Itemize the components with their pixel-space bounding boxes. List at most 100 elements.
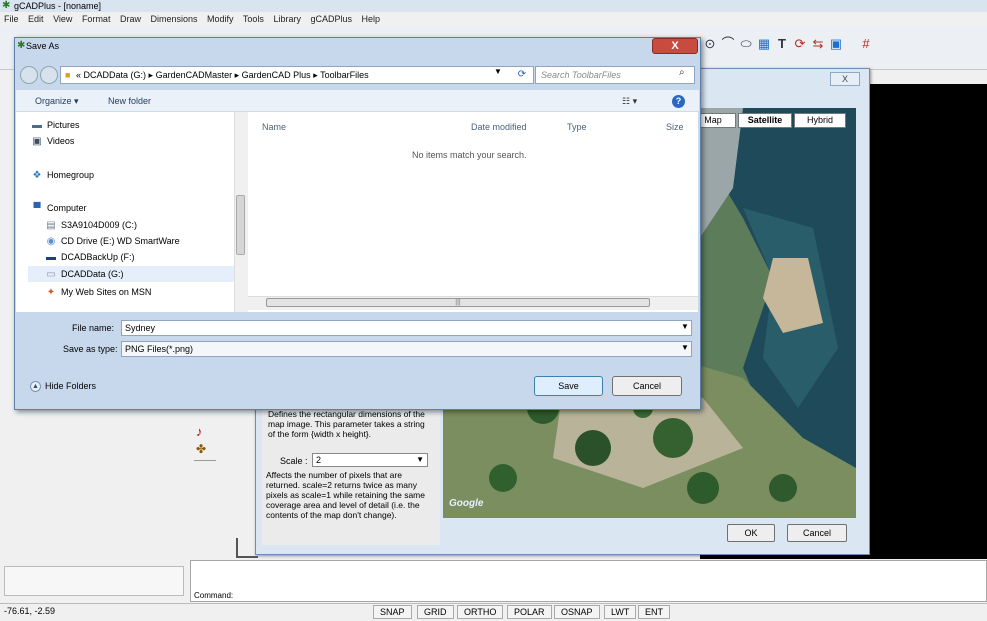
nav-item-homegroup[interactable]: ❖ Homegroup [30, 168, 95, 182]
hatch-icon[interactable]: ▦ [756, 36, 772, 52]
scale-label: Scale : [280, 456, 308, 466]
menu-tools[interactable]: Tools [243, 14, 264, 24]
arc-icon[interactable]: ⌒ [720, 36, 736, 52]
google-watermark: Google [449, 498, 484, 509]
back-arrow-icon[interactable] [20, 66, 38, 84]
nav-item-drive-f[interactable]: ▬ DCADBackUp (F:) [44, 250, 135, 264]
grid-icon[interactable]: # [858, 36, 874, 52]
move-icon[interactable]: ⇆ [810, 36, 826, 52]
nav-item-pictures[interactable]: ▬ Pictures [30, 118, 80, 132]
status-osnap-button[interactable]: OSNAP [554, 605, 600, 619]
map-type-hybrid-button[interactable]: Hybrid [794, 113, 846, 128]
menu-gcadplus[interactable]: gCADPlus [310, 14, 352, 24]
status-lwt-button[interactable]: LWT [604, 605, 637, 619]
tool-separator [194, 460, 216, 461]
column-header-date-modified[interactable]: Date modified [471, 122, 527, 132]
homegroup-icon: ❖ [32, 170, 42, 181]
file-name-input[interactable]: Sydney [121, 320, 692, 336]
nav-item-msn[interactable]: ✦ My Web Sites on MSN [44, 285, 152, 299]
status-ortho-button[interactable]: ORTHO [457, 605, 504, 619]
horizontal-scrollbar-thumb[interactable]: ||| [266, 298, 650, 307]
search-input[interactable]: Search ToolbarFiles [535, 66, 695, 84]
save-button[interactable]: Save [534, 376, 603, 396]
map-dialog-close-button[interactable]: X [830, 72, 860, 86]
collapse-up-icon[interactable]: ▲ [30, 381, 41, 392]
save-type-select[interactable]: PNG Files(*.png) [121, 341, 692, 357]
refresh-icon[interactable]: ⟳ [512, 67, 532, 83]
scale-description: Affects the number of pixels that are re… [266, 470, 425, 520]
menu-format[interactable]: Format [82, 14, 111, 24]
forward-arrow-icon[interactable] [40, 66, 58, 84]
menu-view[interactable]: View [53, 14, 72, 24]
msn-icon: ✦ [46, 287, 56, 298]
breadcrumb-gardencadmaster[interactable]: GardenCADMaster [156, 70, 233, 80]
status-grid-button[interactable]: GRID [417, 605, 454, 619]
drive-icon: ▭ [46, 269, 56, 280]
status-snap-button[interactable]: SNAP [373, 605, 412, 619]
menu-bar: File Edit View Format Draw Dimensions Mo… [0, 12, 987, 26]
nav-item-drive-g[interactable]: ▭ DCADData (G:) [44, 267, 124, 281]
nav-item-drive-c[interactable]: ▤ S3A9104D009 (C:) [44, 218, 137, 232]
chevron-down-icon[interactable]: ▼ [681, 322, 689, 331]
cancel-button[interactable]: Cancel [612, 376, 682, 396]
menu-dimensions[interactable]: Dimensions [151, 14, 198, 24]
rotate-icon[interactable]: ⟳ [792, 36, 808, 52]
circle-icon[interactable]: ⊙ [702, 36, 718, 52]
menu-help[interactable]: Help [362, 14, 381, 24]
menu-library[interactable]: Library [273, 14, 301, 24]
address-bar[interactable]: ■ « DCADData (G:) ▸ GardenCADMaster ▸ Ga… [60, 66, 534, 84]
file-list-pane[interactable] [248, 112, 698, 312]
pen-tool-icon[interactable]: ♪ [196, 424, 203, 439]
nav-scrollbar-thumb[interactable] [236, 195, 245, 255]
chevron-down-icon[interactable]: ▼ [681, 343, 689, 352]
nav-item-cd-drive[interactable]: ◉ CD Drive (E:) WD SmartWare [44, 234, 180, 248]
nav-item-label: Videos [47, 136, 75, 146]
view-options-icon[interactable]: ☷ ▾ [622, 96, 637, 107]
column-header-type[interactable]: Type [567, 122, 587, 132]
breadcrumb-dcaddata[interactable]: DCADData (G:) [83, 70, 146, 80]
app-logo-icon: ✱ [17, 40, 26, 51]
menu-file[interactable]: File [4, 14, 19, 24]
nav-item-label: Pictures [47, 120, 80, 130]
text-icon[interactable]: T [774, 36, 790, 52]
nav-item-label: CD Drive (E:) WD SmartWare [61, 236, 180, 246]
menu-modify[interactable]: Modify [207, 14, 234, 24]
nav-item-computer[interactable]: ▀ Computer [30, 201, 87, 215]
menu-edit[interactable]: Edit [28, 14, 44, 24]
folder-icon: ■ [65, 70, 71, 80]
block-icon[interactable]: ▣ [828, 36, 844, 52]
search-icon[interactable]: ⌕ [679, 67, 685, 78]
new-folder-button[interactable]: New folder [108, 96, 151, 106]
map-cancel-button[interactable]: Cancel [787, 524, 847, 542]
status-ent-button[interactable]: ENT [638, 605, 670, 619]
plant-tool-icon[interactable]: ✤ [196, 442, 206, 456]
organize-button[interactable]: Organize ▾ [35, 96, 79, 107]
hide-folders-button[interactable]: Hide Folders [45, 381, 96, 391]
map-type-satellite-button[interactable]: Satellite [738, 113, 792, 128]
breadcrumb-separator: ▸ [148, 70, 154, 80]
app-title-bar: ✱ gCADPlus - [noname] [0, 0, 987, 12]
help-icon[interactable]: ? [672, 95, 685, 108]
empty-folder-message: No items match your search. [412, 150, 527, 160]
breadcrumb-gardencad-plus[interactable]: GardenCAD Plus [242, 70, 311, 80]
menu-draw[interactable]: Draw [120, 14, 141, 24]
breadcrumb-separator: ▸ [234, 70, 240, 80]
nav-item-videos[interactable]: ▣ Videos [30, 134, 74, 148]
address-dropdown-icon[interactable]: ▼ [494, 67, 502, 76]
column-header-size[interactable]: Size [666, 122, 684, 132]
nav-item-label: S3A9104D009 (C:) [61, 220, 138, 230]
save-dialog-close-button[interactable]: X [652, 38, 698, 54]
nav-item-label: DCADData (G:) [61, 269, 124, 279]
status-polar-button[interactable]: POLAR [507, 605, 552, 619]
save-type-label: Save as type: [63, 344, 118, 354]
videos-icon: ▣ [32, 136, 42, 147]
map-ok-button[interactable]: OK [727, 524, 775, 542]
ellipse-icon[interactable]: ⬭ [738, 36, 754, 52]
breadcrumb-toolbarfiles[interactable]: ToolbarFiles [320, 70, 369, 80]
save-dialog-title: Save As [26, 41, 60, 51]
column-header-name[interactable]: Name [262, 122, 286, 132]
command-area[interactable] [190, 560, 987, 602]
nav-item-label: Computer [47, 203, 87, 213]
nav-item-label: Homegroup [47, 170, 95, 180]
scale-select[interactable]: 2 ▼ [312, 453, 428, 467]
